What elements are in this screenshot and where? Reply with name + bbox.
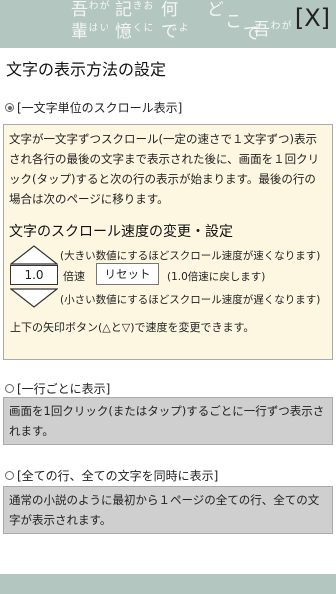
option-label: [一文字単位のスクロール表示] [17, 101, 183, 115]
line-by-line-description-panel: 画面を1回クリック(またはタップ)するごとに一行ずつ表示されます。 [3, 397, 333, 445]
deco-char: は [86, 22, 97, 32]
deco-char: ど [203, 0, 223, 17]
option-description: 文字が一文字ずつスクロール(一定の速さで１文字ずつ)表示され各行の最後の文字まで… [9, 132, 320, 206]
reset-hint: (1.0倍速に戻します) [167, 271, 266, 283]
option-line-by-line[interactable]: [一行ごとに表示] [5, 380, 110, 397]
arrow-usage-note: 上下の矢印ボタン(△と▽)で速度を変更できます。 [10, 321, 255, 334]
radio-unselected-icon[interactable] [5, 384, 14, 393]
decorative-text-mid2-2: で よ [157, 22, 187, 48]
speed-up-arrow-icon[interactable] [10, 245, 58, 265]
deco-char: に [141, 22, 152, 32]
page-title: 文字の表示方法の設定 [6, 60, 167, 79]
speed-down-arrow-icon[interactable] [10, 288, 58, 308]
option-label: [一行ごとに表示] [17, 382, 111, 396]
close-button[interactable]: [X] [295, 4, 330, 32]
deco-char: い [97, 22, 108, 32]
decorative-text-right: 吾 わ が [249, 20, 290, 48]
speed-down-hint: (小さい数値にするほどスクロール速度が遅くなります) [60, 294, 321, 306]
decorative-text-left-2: 輩 は い [67, 22, 108, 48]
header-bar: 吾 わ が 輩 は い 記 き お 憶 く に 何 で よ ど こ で 吾 わ … [0, 0, 336, 48]
deco-char: く [130, 22, 141, 32]
radio-selected-icon[interactable] [5, 103, 14, 112]
deco-char: 吾 [249, 20, 269, 37]
speed-section-heading: 文字のスクロール速度の変更・設定 [9, 224, 233, 240]
deco-char: で [157, 22, 177, 39]
decorative-text-mid1-2: 憶 く に [111, 22, 152, 48]
scroll-settings-panel: 文字が一文字ずつスクロール(一定の速さで１文字ずつ)表示され各行の最後の文字まで… [3, 124, 333, 360]
footer-bar [0, 574, 336, 594]
show-all-description-panel: 通常の小説のように最初から１ページの全ての行、全ての文字が表示されます。 [3, 486, 333, 534]
option-description: 画面を1回クリック(またはタップ)するごとに一行ずつ表示されます。 [9, 404, 325, 438]
radio-unselected-icon[interactable] [5, 471, 14, 480]
speed-up-hint: (大きい数値にするほどスクロール速度が速くなります) [60, 250, 321, 262]
deco-char: こ [221, 12, 241, 29]
option-scroll-per-char[interactable]: [一文字単位のスクロール表示] [5, 99, 182, 116]
speed-value-input[interactable]: 1.0 [10, 265, 58, 285]
deco-char: わ [268, 20, 279, 30]
reset-button[interactable]: リセット [96, 263, 159, 285]
deco-char: が [279, 20, 290, 30]
speed-unit-label: 倍速 [63, 270, 85, 283]
deco-char: 輩 [67, 22, 87, 39]
deco-char: よ [176, 22, 187, 32]
deco-char: 憶 [111, 22, 131, 39]
option-show-all[interactable]: [全ての行、全ての文字を同時に表示] [5, 467, 218, 484]
option-label: [全ての行、全ての文字を同時に表示] [17, 469, 219, 483]
option-description: 通常の小説のように最初から１ページの全ての行、全ての文字が表示されます。 [9, 493, 320, 527]
